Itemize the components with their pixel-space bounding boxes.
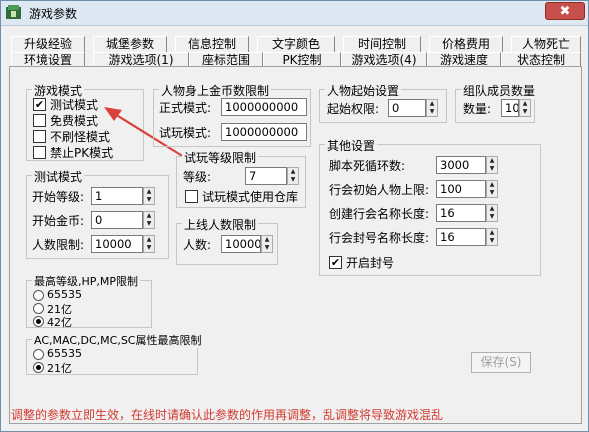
trial-level-title: 试玩等级限制 (182, 149, 259, 166)
online-people-label: 人数: (183, 238, 212, 252)
people-limit-label: 人数限制: (32, 238, 85, 252)
attr-limit-radio-65535[interactable] (33, 349, 44, 360)
formal-mode-label: 正式模式: (159, 101, 212, 115)
max-level-radio-42[interactable] (33, 316, 44, 327)
app-icon (6, 5, 21, 19)
start-gold-label: 开始金币: (32, 214, 85, 228)
online-limit-title: 上线人数限制 (182, 216, 259, 233)
people-limit-spinner[interactable]: ▲ ▼ (143, 235, 155, 253)
team-group: 组队成员数量 数量: 10 ▲ ▼ (455, 82, 538, 123)
trial-mode-label: 试玩模式: (159, 126, 212, 140)
tab-castle[interactable]: 城堡参数 (93, 36, 167, 52)
close-icon: ✖ (559, 4, 571, 19)
gold-limit-group: 人物身上金币数限制 正式模式: 1000000000 试玩模式: 1000000… (153, 82, 311, 147)
guild-seal-len-input[interactable]: 16 (436, 228, 486, 246)
guild-seal-len-spinner[interactable]: ▲ ▼ (486, 228, 498, 246)
start-perm-spinner[interactable]: ▲ ▼ (426, 99, 438, 117)
trial-gold-input[interactable]: 1000000000 (221, 123, 307, 141)
tab-price[interactable]: 价格费用 (429, 36, 503, 52)
attr-limit-option-65535: 65535 (47, 347, 82, 360)
attr-limit-title: AC,MAC,DC,MC,SC属性最高限制 (32, 332, 204, 348)
max-level-radio-21[interactable] (33, 303, 44, 314)
enable-seal-label: 开启封号 (346, 256, 395, 270)
script-loop-label: 脚本死循环数: (329, 159, 406, 173)
max-level-radio-65535[interactable] (33, 290, 44, 301)
start-gold-input[interactable]: 0 (91, 211, 143, 229)
max-level-title: 最高等级,HP,MP限制 (32, 273, 141, 289)
start-setting-group: 人物起始设置 起始权限: 0 ▲ ▼ (319, 82, 447, 123)
game-params-window: 游戏参数 ✖ 升级经验 城堡参数 信息控制 文字颜色 时间控制 价格费用 人物死… (0, 0, 589, 432)
team-count-spinner[interactable]: ▲ ▼ (519, 99, 531, 117)
gold-limit-title: 人物身上金币数限制 (159, 82, 272, 99)
tab-upgrade-exp[interactable]: 升级经验 (11, 36, 85, 52)
guild-init-label: 行会初始人物上限: (329, 183, 430, 197)
tab-death[interactable]: 人物死亡 (511, 36, 581, 52)
max-level-group: 最高等级,HP,MP限制 65535 21亿 42亿 (26, 273, 152, 329)
attr-limit-radio-21[interactable] (33, 362, 44, 373)
other-settings-group: 其他设置 脚本死循环数: 3000 ▲ ▼ 行会初始人物上限: 100 ▲ ▼ 创建… (319, 137, 541, 276)
enable-seal-checkbox[interactable]: ✔ (329, 256, 342, 269)
people-limit-input[interactable]: 10000 (91, 235, 143, 253)
trial-warehouse-label: 试玩模式使用仓库 (202, 190, 299, 204)
formal-gold-input[interactable]: 1000000000 (221, 98, 307, 116)
trial-level-label: 等级: (183, 170, 212, 184)
start-level-spinner[interactable]: ▲ ▼ (143, 187, 155, 205)
tab-info-control[interactable]: 信息控制 (175, 36, 249, 52)
start-level-input[interactable]: 1 (91, 187, 143, 205)
tab-text-color[interactable]: 文字颜色 (257, 36, 335, 52)
tab-time-control[interactable]: 时间控制 (343, 36, 421, 52)
team-count-input[interactable]: 10 (501, 99, 519, 117)
save-button[interactable]: 保存(S) (471, 352, 531, 373)
free-mode-checkbox[interactable] (33, 114, 46, 127)
trial-warehouse-checkbox[interactable] (185, 190, 198, 203)
script-loop-spinner[interactable]: ▲ ▼ (486, 156, 498, 174)
trial-level-group: 试玩等级限制 等级: 7 ▲ ▼ 试玩模式使用仓库 (176, 149, 306, 208)
script-loop-input[interactable]: 3000 (436, 156, 486, 174)
free-mode-label: 免费模式 (50, 114, 99, 128)
max-level-option-65535: 65535 (47, 288, 82, 301)
team-title: 组队成员数量 (461, 82, 538, 99)
guild-init-input[interactable]: 100 (436, 180, 486, 198)
start-perm-input[interactable]: 0 (388, 99, 426, 117)
test-mode-group: 测试模式 开始等级: 1 ▲ ▼ 开始金币: 0 ▲ ▼ 人数限制: 10000 ▲… (26, 168, 169, 259)
attr-limit-option-21: 21亿 (47, 362, 72, 375)
test-mode-group-title: 测试模式 (32, 168, 85, 185)
trial-level-input[interactable]: 7 (245, 167, 287, 185)
online-people-spinner[interactable]: ▲ ▼ (261, 235, 273, 253)
no-pk-checkbox[interactable] (33, 146, 46, 159)
start-perm-label: 起始权限: (327, 102, 380, 116)
test-mode-label: 测试模式 (50, 98, 99, 112)
start-setting-title: 人物起始设置 (325, 82, 402, 99)
online-limit-group: 上线人数限制 人数: 10000 ▲ ▼ (176, 216, 278, 265)
trial-level-spinner[interactable]: ▲ ▼ (287, 167, 299, 185)
guild-init-spinner[interactable]: ▲ ▼ (486, 180, 498, 198)
warning-note: 调整的参数立即生效，在线时请确认此参数的作用再调整，乱调整将导致游戏混乱 (11, 408, 444, 422)
no-monster-checkbox[interactable] (33, 130, 46, 143)
guild-name-len-label: 创建行会名称长度: (329, 207, 430, 221)
window-title: 游戏参数 (29, 7, 78, 21)
team-count-label: 数量: (463, 102, 492, 116)
max-level-option-42: 42亿 (47, 316, 72, 329)
test-mode-checkbox[interactable]: ✔ (33, 98, 46, 111)
close-button[interactable]: ✖ (545, 2, 585, 20)
guild-seal-len-label: 行会封号名称长度: (329, 231, 430, 245)
attr-limit-group: AC,MAC,DC,MC,SC属性最高限制 65535 21亿 (26, 332, 204, 375)
other-settings-title: 其他设置 (325, 137, 378, 154)
guild-name-len-spinner[interactable]: ▲ ▼ (486, 204, 498, 222)
start-level-label: 开始等级: (32, 190, 85, 204)
guild-name-len-input[interactable]: 16 (436, 204, 486, 222)
title-bar: 游戏参数 ✖ (1, 1, 588, 26)
online-people-input[interactable]: 10000 (221, 235, 261, 253)
start-gold-spinner[interactable]: ▲ ▼ (143, 211, 155, 229)
